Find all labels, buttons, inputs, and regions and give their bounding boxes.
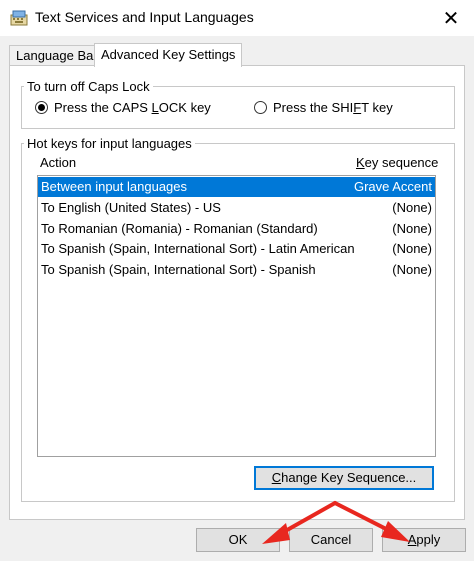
list-item-key: (None) xyxy=(392,200,432,215)
list-item[interactable]: To English (United States) - US (None) xyxy=(38,198,435,218)
apply-button[interactable]: Apply xyxy=(382,528,466,552)
list-item-action: To Spanish (Spain, International Sort) -… xyxy=(41,241,355,256)
list-item-action: To Spanish (Spain, International Sort) -… xyxy=(41,262,316,277)
radio-button-checked[interactable] xyxy=(35,101,48,114)
radio-caps-lock-label: Press the CAPS LOCK key xyxy=(54,100,211,115)
column-header-action: Action xyxy=(40,155,77,170)
hotkeys-group-label: Hot keys for input languages xyxy=(27,136,192,151)
list-item-key: (None) xyxy=(392,221,432,236)
change-key-sequence-button[interactable]: Change Key Sequence... xyxy=(254,466,434,490)
list-item[interactable]: To Romanian (Romania) - Romanian (Standa… xyxy=(38,219,435,239)
list-item-action: Between input languages xyxy=(41,179,188,194)
radio-caps-lock[interactable]: Press the CAPS LOCK key xyxy=(35,100,211,115)
text-services-icon xyxy=(10,10,28,26)
radio-button-unchecked[interactable] xyxy=(254,101,267,114)
list-item-key: Grave Accent xyxy=(353,179,432,194)
ok-button[interactable]: OK xyxy=(196,528,280,552)
title-bar: Text Services and Input Languages ✕ xyxy=(0,0,474,36)
list-item[interactable]: Between input languages Grave Accent xyxy=(38,177,435,197)
list-item-key: (None) xyxy=(392,241,432,256)
cancel-button[interactable]: Cancel xyxy=(289,528,373,552)
caps-lock-group-label: To turn off Caps Lock xyxy=(27,79,150,94)
window-title: Text Services and Input Languages xyxy=(35,9,254,25)
hotkeys-list[interactable]: Between input languages Grave Accent To … xyxy=(37,175,436,457)
list-item[interactable]: To Spanish (Spain, International Sort) -… xyxy=(38,260,435,280)
tab-language-bar[interactable]: Language Bar xyxy=(9,45,105,66)
close-button[interactable]: ✕ xyxy=(428,0,474,36)
close-icon: ✕ xyxy=(442,7,460,30)
list-item-key: (None) xyxy=(392,262,432,277)
column-header-key-sequence: Key sequence xyxy=(356,155,439,170)
tab-advanced-key-settings[interactable]: Advanced Key Settings xyxy=(94,43,243,67)
list-item-action: To English (United States) - US xyxy=(41,200,221,215)
list-item[interactable]: To Spanish (Spain, International Sort) -… xyxy=(38,239,435,259)
list-item-action: To Romanian (Romania) - Romanian (Standa… xyxy=(41,221,318,236)
radio-shift-label: Press the SHIFT key xyxy=(273,100,393,115)
radio-shift[interactable]: Press the SHIFT key xyxy=(254,100,393,115)
